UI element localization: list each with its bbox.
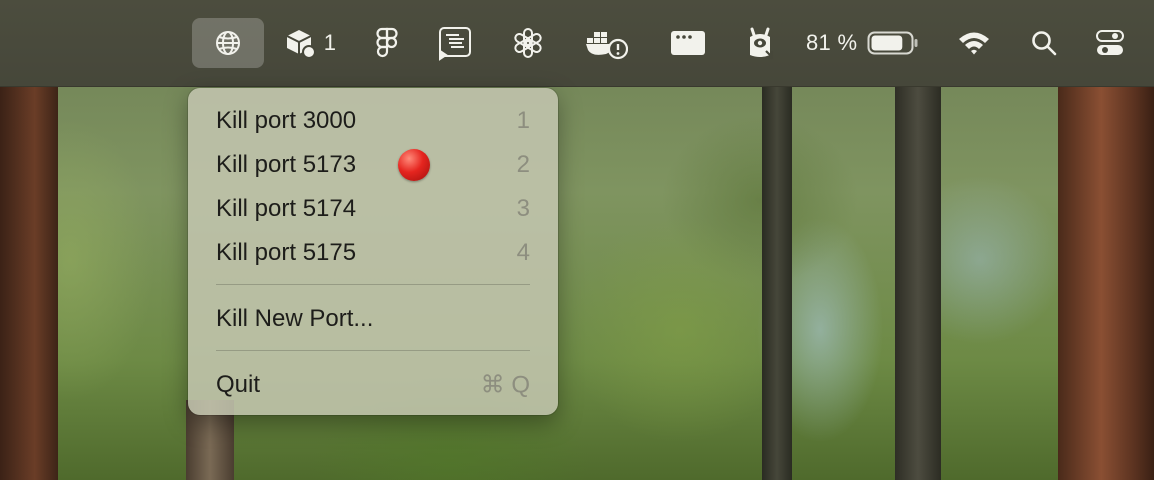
menu-item-shortcut: 1 <box>516 107 530 134</box>
globe-menu-extra[interactable] <box>192 18 264 68</box>
menu-item-label: Quit <box>216 371 261 398</box>
globe-icon <box>214 29 242 57</box>
menu-item-label: Kill port 3000 <box>216 107 357 134</box>
wifi-icon <box>956 29 992 57</box>
control-center-icon <box>1095 28 1125 58</box>
menu-item-shortcut: 2 <box>516 151 530 178</box>
control-center[interactable] <box>1090 18 1130 68</box>
menu-item-kill-new-port[interactable]: Kill New Port... <box>188 297 558 341</box>
menu-item-label: Kill port 5174 <box>216 195 357 222</box>
menu-item-kill-port-3000[interactable]: Kill port 3000 1 <box>188 99 558 143</box>
script-runner-menu-extra[interactable] <box>434 18 476 68</box>
wallpaper-trunk <box>1058 80 1154 480</box>
menu-item-shortcut: 4 <box>516 239 530 266</box>
wallpaper-trunk <box>762 80 792 480</box>
menu-item-kill-port-5174[interactable]: Kill port 5174 3 <box>188 187 558 231</box>
battery-status[interactable]: 81 % <box>806 18 922 68</box>
openai-menu-extra[interactable] <box>508 18 548 68</box>
menu-item-shortcut: ⌘ Q <box>480 371 530 399</box>
menu-item-quit[interactable]: Quit ⌘ Q <box>188 363 558 407</box>
menu-separator <box>216 284 530 285</box>
menu-item-shortcut: 3 <box>516 195 530 222</box>
spotlight-search[interactable] <box>1024 18 1064 68</box>
menu-separator <box>216 350 530 351</box>
docker-warning-icon <box>586 26 628 60</box>
wifi-status[interactable] <box>952 18 996 68</box>
figma-icon <box>376 27 398 59</box>
menu-bar: 1 81 % <box>0 0 1154 87</box>
wallpaper-trunk <box>0 80 58 480</box>
openai-icon <box>511 26 545 60</box>
package-icon <box>284 27 316 59</box>
search-icon <box>1030 29 1058 57</box>
port-killer-menu: Kill port 3000 1 Kill port 5173 2 Kill p… <box>188 88 558 415</box>
menu-item-label: Kill port 5175 <box>216 239 357 266</box>
battery-icon <box>867 30 919 56</box>
menu-item-kill-port-5173[interactable]: Kill port 5173 2 <box>188 143 558 187</box>
red-circle-icon <box>398 149 430 181</box>
package-menu-extra[interactable]: 1 <box>278 18 342 68</box>
llama-icon <box>744 25 776 61</box>
window-dots-icon <box>670 29 706 57</box>
menu-item-kill-port-5175[interactable]: Kill port 5175 4 <box>188 231 558 275</box>
docker-menu-extra[interactable] <box>584 18 630 68</box>
llama-menu-extra[interactable] <box>740 18 780 68</box>
battery-percent: 81 % <box>806 30 858 55</box>
package-badge-count: 1 <box>323 30 337 55</box>
figma-menu-extra[interactable] <box>370 18 404 68</box>
menu-item-label: Kill New Port... <box>216 305 374 332</box>
desktop-wallpaper: 1 81 % Kill port 3000 1 Kill port 5173 2… <box>0 0 1154 480</box>
menu-item-label: Kill port 5173 <box>216 151 357 178</box>
wallpaper-trunk <box>895 80 941 480</box>
script-runner-icon <box>437 25 473 61</box>
window-menu-extra[interactable] <box>668 18 708 68</box>
